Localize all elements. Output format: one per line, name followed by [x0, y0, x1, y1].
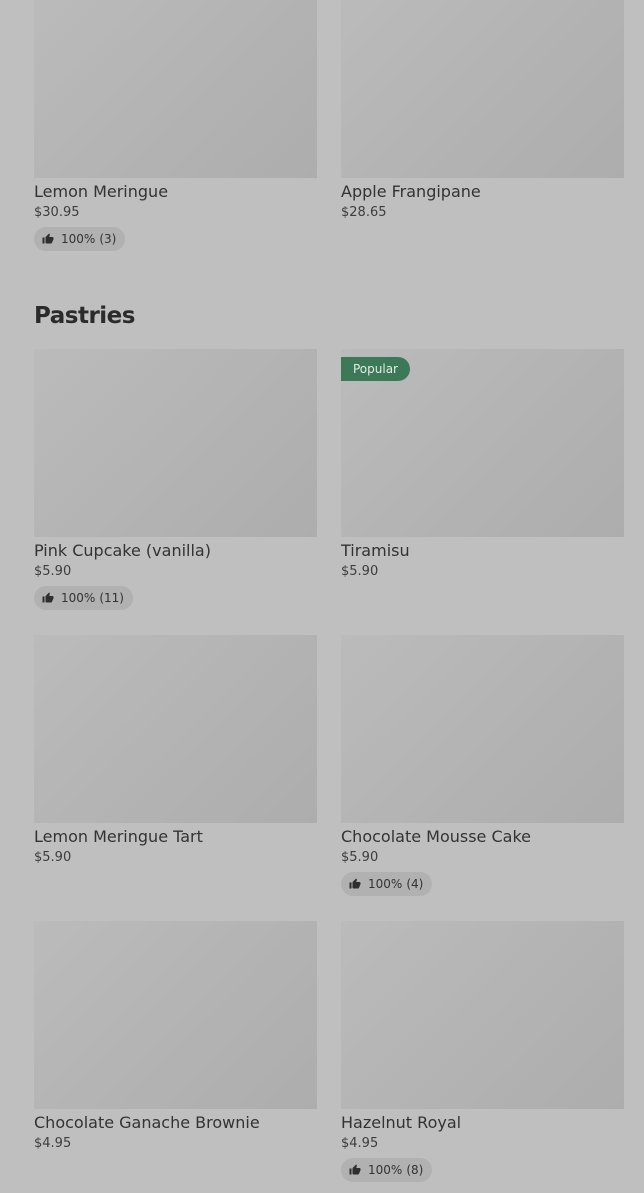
product-name: Hazelnut Royal — [341, 1113, 462, 1132]
product-price: $5.90 — [341, 850, 379, 865]
rating-count: (3) — [99, 232, 117, 246]
product-image — [341, 0, 624, 178]
rating-percent: 100% — [61, 232, 96, 246]
product-card[interactable]: Hazelnut Royal $4.95 100% (8) — [341, 921, 624, 1182]
product-row: Chocolate Ganache Brownie $4.95 Hazelnut… — [34, 921, 624, 1182]
section-title: Pastries — [34, 303, 135, 329]
product-card[interactable]: Pink Cupcake (vanilla) $5.90 100% (11) — [34, 349, 317, 610]
rating-badge: 100% (4) — [341, 872, 433, 896]
product-price: $5.90 — [341, 564, 379, 579]
product-price: $28.65 — [341, 205, 387, 220]
product-name: Chocolate Mousse Cake — [341, 827, 531, 846]
product-card[interactable]: Apple Frangipane $28.65 — [341, 0, 624, 251]
product-price: $30.95 — [34, 205, 80, 220]
thumbs-up-icon — [42, 233, 54, 244]
product-card[interactable]: Chocolate Mousse Cake $5.90 100% (4) — [341, 635, 624, 896]
product-image — [34, 349, 317, 537]
product-card[interactable]: Chocolate Ganache Brownie $4.95 — [34, 921, 317, 1182]
product-image — [34, 635, 317, 823]
product-image: Popular — [341, 349, 624, 537]
product-card[interactable]: Popular Tiramisu $5.90 — [341, 349, 624, 610]
product-price: $4.95 — [34, 1136, 72, 1151]
product-row: Lemon Meringue Tart $5.90 Chocolate Mous… — [34, 635, 624, 896]
thumbs-up-icon — [42, 592, 54, 603]
rating-badge: 100% (8) — [341, 1158, 433, 1182]
product-card[interactable]: Lemon Meringue $30.95 100% (3) — [34, 0, 317, 251]
rating-percent: 100% — [368, 1163, 403, 1177]
product-price: $5.90 — [34, 850, 72, 865]
popular-badge: Popular — [341, 357, 410, 381]
thumbs-up-icon — [349, 878, 361, 889]
product-image — [34, 0, 317, 178]
product-name: Lemon Meringue Tart — [34, 827, 203, 846]
product-name: Tiramisu — [341, 541, 410, 560]
rating-count: (11) — [99, 591, 124, 605]
rating-badge: 100% (11) — [34, 586, 133, 610]
rating-badge: 100% (3) — [34, 227, 126, 251]
thumbs-up-icon — [349, 1164, 361, 1175]
product-name: Apple Frangipane — [341, 182, 481, 201]
product-row: Lemon Meringue $30.95 100% (3) Apple Fra… — [34, 0, 624, 251]
product-name: Chocolate Ganache Brownie — [34, 1113, 260, 1132]
product-card[interactable]: Lemon Meringue Tart $5.90 — [34, 635, 317, 896]
rating-count: (4) — [406, 877, 424, 891]
rating-percent: 100% — [368, 877, 403, 891]
rating-count: (8) — [406, 1163, 424, 1177]
product-row: Pink Cupcake (vanilla) $5.90 100% (11) P… — [34, 349, 624, 610]
product-name: Lemon Meringue — [34, 182, 169, 201]
product-image — [341, 635, 624, 823]
product-name: Pink Cupcake (vanilla) — [34, 541, 211, 560]
rating-percent: 100% — [61, 591, 96, 605]
product-image — [341, 921, 624, 1109]
product-price: $5.90 — [34, 564, 72, 579]
product-image — [34, 921, 317, 1109]
product-price: $4.95 — [341, 1136, 379, 1151]
